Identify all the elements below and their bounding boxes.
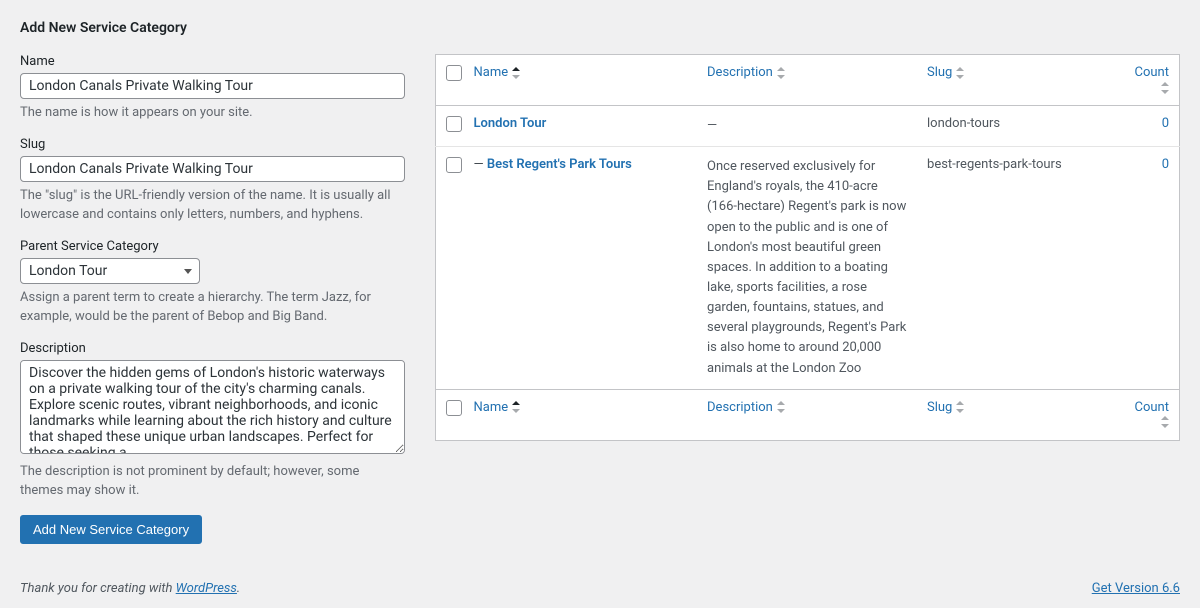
row-title-link[interactable]: London Tour bbox=[474, 116, 547, 131]
footer-thanks-pre: Thank you for creating with bbox=[20, 581, 176, 596]
description-textarea[interactable]: Discover the hidden gems of London's his… bbox=[20, 360, 405, 454]
sort-indicator-icon bbox=[777, 67, 785, 79]
row-title-link[interactable]: Best Regent's Park Tours bbox=[487, 157, 632, 172]
slug-label: Slug bbox=[20, 137, 405, 152]
col-description-bottom[interactable]: Description bbox=[707, 400, 785, 415]
table-row: London Tour — london-tours 0 bbox=[436, 106, 1180, 147]
row-slug: london-tours bbox=[917, 106, 1119, 147]
sort-indicator-icon bbox=[1161, 416, 1169, 428]
col-name-top[interactable]: Name bbox=[474, 65, 521, 80]
row-slug: best-regents-park-tours bbox=[917, 147, 1119, 390]
footer-thanks-post: . bbox=[237, 581, 240, 596]
col-slug-top[interactable]: Slug bbox=[927, 65, 964, 80]
col-name-bottom[interactable]: Name bbox=[474, 400, 521, 415]
select-all-top[interactable] bbox=[446, 65, 462, 81]
name-label: Name bbox=[20, 54, 405, 69]
table-row: — Best Regent's Park Tours Once reserved… bbox=[436, 147, 1180, 390]
name-help: The name is how it appears on your site. bbox=[20, 103, 405, 123]
col-slug-bottom[interactable]: Slug bbox=[927, 400, 964, 415]
add-category-form: Name The name is how it appears on your … bbox=[20, 54, 405, 544]
wordpress-link[interactable]: WordPress bbox=[176, 581, 237, 596]
row-description: Once reserved exclusively for England's … bbox=[697, 147, 917, 390]
name-input[interactable] bbox=[20, 73, 405, 99]
col-count-bottom[interactable]: Count bbox=[1135, 400, 1169, 430]
add-category-button[interactable]: Add New Service Category bbox=[20, 515, 202, 544]
parent-help: Assign a parent term to create a hierarc… bbox=[20, 288, 405, 327]
col-description-top[interactable]: Description bbox=[707, 65, 785, 80]
sort-indicator-icon bbox=[512, 67, 520, 79]
description-label: Description bbox=[20, 341, 405, 356]
categories-table: Name Description Slug Count London Tour … bbox=[435, 54, 1180, 441]
row-count-link[interactable]: 0 bbox=[1162, 157, 1169, 172]
sort-indicator-icon bbox=[1161, 82, 1169, 94]
row-checkbox[interactable] bbox=[446, 157, 462, 173]
row-checkbox[interactable] bbox=[446, 116, 462, 132]
version-link[interactable]: Get Version 6.6 bbox=[1092, 581, 1180, 596]
parent-select[interactable]: London Tour bbox=[20, 258, 200, 284]
row-count-link[interactable]: 0 bbox=[1162, 116, 1169, 131]
sort-indicator-icon bbox=[777, 401, 785, 413]
description-help: The description is not prominent by defa… bbox=[20, 462, 405, 501]
select-all-bottom[interactable] bbox=[446, 400, 462, 416]
slug-input[interactable] bbox=[20, 156, 405, 182]
sort-indicator-icon bbox=[512, 401, 520, 413]
page-title: Add New Service Category bbox=[20, 20, 1180, 36]
parent-label: Parent Service Category bbox=[20, 239, 405, 254]
sort-indicator-icon bbox=[956, 401, 964, 413]
sort-indicator-icon bbox=[956, 67, 964, 79]
row-prefix: — bbox=[474, 157, 487, 172]
slug-help: The "slug" is the URL-friendly version o… bbox=[20, 186, 405, 225]
admin-footer: Thank you for creating with WordPress. G… bbox=[0, 569, 1200, 608]
row-description: — bbox=[697, 106, 917, 147]
col-count-top[interactable]: Count bbox=[1135, 65, 1169, 95]
